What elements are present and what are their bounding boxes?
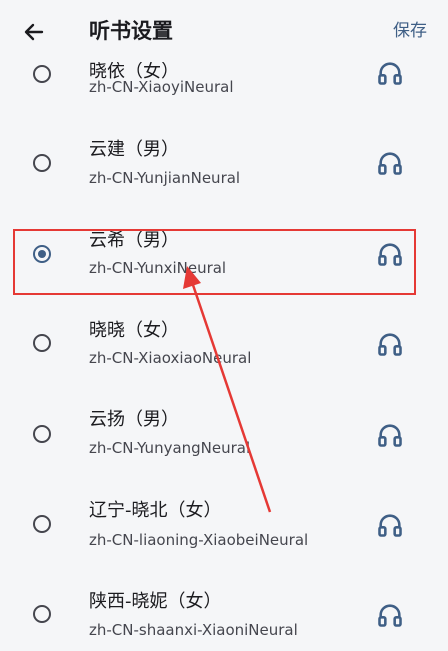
voice-name: 晓晓（女）: [89, 320, 179, 341]
voice-item[interactable]: 辽宁-晓北（女） zh-CN-liaoning-XiaobeiNeural: [0, 479, 448, 569]
headphones-icon[interactable]: [376, 149, 404, 177]
headphones-icon[interactable]: [376, 330, 404, 358]
radio-button[interactable]: [33, 425, 51, 443]
arrow-left-icon: [24, 23, 44, 41]
radio-button[interactable]: [33, 515, 51, 533]
voice-id: zh-CN-YunjianNeural: [89, 169, 241, 187]
voice-id: zh-CN-XiaoxiaoNeural: [89, 349, 252, 367]
voice-name: 辽宁-晓北（女）: [89, 500, 222, 521]
voice-id: zh-CN-liaoning-XiaobeiNeural: [89, 531, 309, 549]
voice-id: zh-CN-XiaoyiNeural: [89, 78, 234, 96]
voice-id: zh-CN-YunyangNeural: [89, 439, 251, 457]
settings-screen: 晓依（女） zh-CN-XiaoyiNeural 云建（男） zh-CN-Yun…: [0, 0, 448, 651]
voice-item[interactable]: 云扬（男） zh-CN-YunyangNeural: [0, 389, 448, 479]
radio-button[interactable]: [33, 334, 51, 352]
annotation-highlight-box: [13, 229, 416, 295]
app-bar: 听书设置 保存: [0, 0, 448, 62]
voice-item[interactable]: 陕西-晓妮（女） zh-CN-shaanxi-XiaoniNeural: [0, 569, 448, 651]
page-title: 听书设置: [89, 19, 173, 43]
voice-name: 云建（男）: [89, 139, 179, 160]
voice-id: zh-CN-shaanxi-XiaoniNeural: [89, 621, 298, 639]
save-button[interactable]: 保存: [393, 19, 427, 43]
voice-item[interactable]: 晓晓（女） zh-CN-XiaoxiaoNeural: [0, 298, 448, 388]
voice-name: 陕西-晓妮（女）: [89, 591, 222, 612]
headphones-icon[interactable]: [376, 601, 404, 629]
voice-item[interactable]: 云建（男） zh-CN-YunjianNeural: [0, 118, 448, 208]
headphones-icon[interactable]: [376, 511, 404, 539]
radio-button[interactable]: [33, 605, 51, 623]
radio-button[interactable]: [33, 65, 51, 83]
back-button[interactable]: [14, 12, 54, 52]
radio-button[interactable]: [33, 154, 51, 172]
headphones-icon[interactable]: [376, 421, 404, 449]
headphones-icon[interactable]: [376, 59, 404, 87]
voice-name: 云扬（男）: [89, 409, 179, 430]
